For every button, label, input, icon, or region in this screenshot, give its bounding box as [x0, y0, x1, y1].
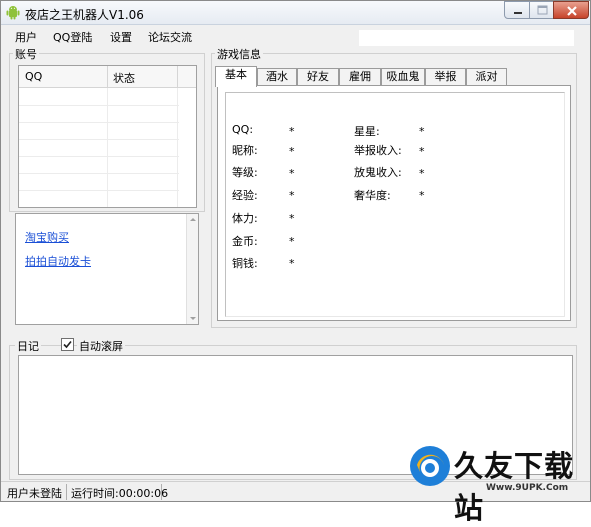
- close-icon: [567, 6, 577, 16]
- status-separator: [161, 484, 162, 500]
- level-label: 等级:: [232, 166, 258, 179]
- grid-line: [19, 173, 179, 174]
- luxury-label: 奢华度:: [354, 189, 391, 202]
- auto-scroll-checkbox[interactable]: [61, 338, 74, 351]
- scroll-arrows-icon: [190, 218, 196, 320]
- ghost-income-value: *: [419, 167, 425, 180]
- grid-line: [19, 139, 179, 140]
- maximize-icon: [537, 5, 548, 15]
- taobao-buy-link[interactable]: 淘宝购买: [25, 229, 69, 245]
- watermark-url: Www.9UPK.Com: [486, 483, 569, 493]
- stamina-label: 体力:: [232, 212, 258, 225]
- grid-line: [19, 190, 179, 191]
- menu-settings[interactable]: 设置: [107, 28, 135, 46]
- tab-basic[interactable]: 基本: [215, 66, 257, 87]
- copper-value: *: [289, 257, 295, 270]
- site-logo-icon: [410, 446, 450, 486]
- runtime-status: 运行时间:00:00:06: [71, 487, 169, 500]
- menu-blank-area: [359, 30, 574, 46]
- level-value: *: [289, 167, 295, 180]
- tab-party[interactable]: 派对: [466, 68, 507, 86]
- auto-scroll-label[interactable]: 自动滚屏: [77, 338, 125, 354]
- paipai-auto-card-link[interactable]: 拍拍自动发卡: [25, 253, 91, 269]
- tab-report[interactable]: 举报: [425, 68, 466, 86]
- report-income-label: 举报收入:: [354, 144, 402, 157]
- luxury-value: *: [419, 189, 425, 202]
- vertical-scrollbar[interactable]: [186, 214, 198, 324]
- nickname-label: 昵称:: [232, 144, 258, 157]
- column-header-qq[interactable]: QQ: [25, 70, 42, 83]
- menu-user[interactable]: 用户: [12, 28, 40, 46]
- log-group-label: 日记: [15, 338, 41, 354]
- stars-label: 星星:: [354, 125, 380, 138]
- report-income-value: *: [419, 145, 425, 158]
- gold-label: 金币:: [232, 235, 258, 248]
- nickname-value: *: [289, 145, 295, 158]
- tab-drinks[interactable]: 酒水: [257, 68, 297, 86]
- tab-friends[interactable]: 好友: [297, 68, 339, 86]
- game-info-group-label: 游戏信息: [215, 46, 263, 62]
- tab-hire[interactable]: 雇佣: [339, 68, 381, 86]
- ghost-income-label: 放鬼收入:: [354, 166, 402, 179]
- experience-label: 经验:: [232, 189, 258, 202]
- site-watermark: 久友下载站 Www.9UPK.Com: [406, 441, 588, 525]
- app-window: 夜店之王机器人V1.06 用户 QQ登陆 设置 论坛交流 账号 QQ 状态 淘宝…: [0, 0, 591, 525]
- stamina-value: *: [289, 212, 295, 225]
- window-title: 夜店之王机器人V1.06: [25, 8, 144, 22]
- gold-value: *: [289, 235, 295, 248]
- grid-line: [19, 122, 179, 123]
- menu-qq-login[interactable]: QQ登陆: [50, 28, 95, 46]
- minimize-button[interactable]: [504, 1, 530, 19]
- android-icon: [6, 6, 20, 20]
- maximize-button[interactable]: [529, 1, 554, 19]
- stars-value: *: [419, 125, 425, 138]
- grid-line: [19, 105, 179, 106]
- menu-forum[interactable]: 论坛交流: [145, 28, 195, 46]
- experience-value: *: [289, 189, 295, 202]
- tab-vampire[interactable]: 吸血鬼: [381, 68, 425, 86]
- copper-label: 铜钱:: [232, 257, 258, 270]
- title-bar: 夜店之王机器人V1.06: [1, 1, 590, 25]
- login-status: 用户未登陆: [7, 487, 62, 500]
- basic-info-panel: [225, 92, 565, 317]
- qq-label: QQ:: [232, 123, 254, 136]
- account-group-label: 账号: [13, 46, 39, 62]
- account-list-header: QQ 状态: [19, 66, 196, 88]
- close-button[interactable]: [553, 1, 589, 19]
- checkmark-icon: [63, 340, 72, 349]
- status-separator: [66, 484, 67, 500]
- grid-line: [19, 156, 179, 157]
- links-panel: 淘宝购买 拍拍自动发卡: [15, 213, 199, 325]
- account-list[interactable]: QQ 状态: [18, 65, 197, 208]
- column-separator: [107, 66, 108, 88]
- column-separator: [177, 66, 178, 88]
- minimize-icon: [514, 12, 522, 14]
- column-header-status[interactable]: 状态: [113, 70, 135, 86]
- qq-value: *: [289, 125, 295, 138]
